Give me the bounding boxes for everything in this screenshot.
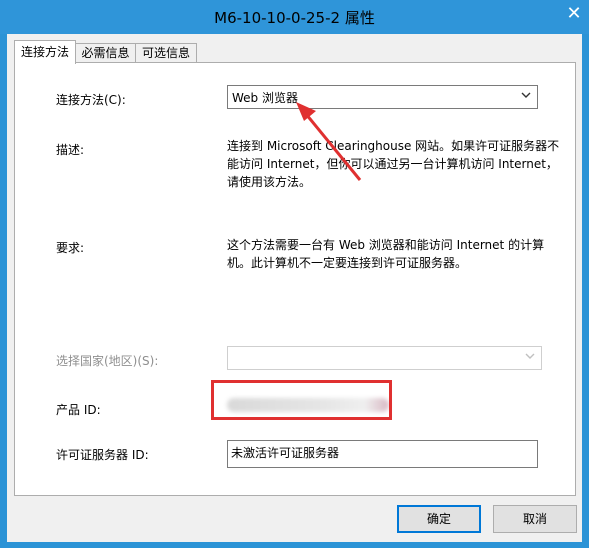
country-select[interactable]	[227, 346, 542, 370]
requirement-text: 这个方法需要一台有 Web 浏览器和能访问 Internet 的计算 机。此计算…	[227, 236, 567, 272]
annotation-highlight-box	[211, 380, 392, 420]
cancel-button[interactable]: 取消	[493, 505, 577, 533]
description-text: 连接到 Microsoft Clearinghouse 网站。如果许可证服务器不…	[227, 137, 567, 191]
country-label: 选择国家(地区)(S):	[56, 354, 159, 368]
description-line: 能访问 Internet，但你可以通过另一台计算机访问 Internet，	[227, 157, 558, 171]
description-line: 请使用该方法。	[227, 175, 312, 189]
requirement-label: 要求:	[56, 241, 85, 255]
connection-method-label: 连接方法(C):	[56, 93, 126, 107]
product-id-label: 产品 ID:	[56, 403, 101, 417]
close-icon[interactable]: ✕	[559, 0, 589, 30]
license-server-id-field[interactable]: 未激活许可证服务器	[227, 440, 538, 468]
tab-optional-info[interactable]: 可选信息	[135, 43, 197, 63]
connection-method-value: Web 浏览器	[232, 91, 298, 105]
chevron-down-icon	[525, 353, 535, 359]
chevron-down-icon	[521, 92, 531, 98]
title-bar: M6-10-10-0-25-2 属性 ✕	[0, 0, 589, 34]
ok-button[interactable]: 确定	[397, 505, 481, 533]
window-title: M6-10-10-0-25-2 属性	[214, 9, 375, 27]
description-line: 连接到 Microsoft Clearinghouse 网站。如果许可证服务器不	[227, 139, 560, 153]
dialog-client-area: 连接方法 必需信息 可选信息 连接方法(C): Web 浏览器 描述: 连接到 …	[7, 34, 582, 542]
description-label: 描述:	[56, 143, 85, 157]
license-server-id-label: 许可证服务器 ID:	[56, 448, 149, 462]
license-server-id-value: 未激活许可证服务器	[231, 446, 340, 460]
tab-required-info[interactable]: 必需信息	[75, 43, 136, 63]
connection-method-select[interactable]: Web 浏览器	[227, 85, 538, 109]
tab-panel: 连接方法(C): Web 浏览器 描述: 连接到 Microsoft Clear…	[14, 62, 576, 496]
requirement-line: 机。此计算机不一定要连接到许可证服务器。	[227, 256, 468, 270]
requirement-line: 这个方法需要一台有 Web 浏览器和能访问 Internet 的计算	[227, 238, 545, 252]
tab-connection-method[interactable]: 连接方法	[14, 40, 76, 64]
